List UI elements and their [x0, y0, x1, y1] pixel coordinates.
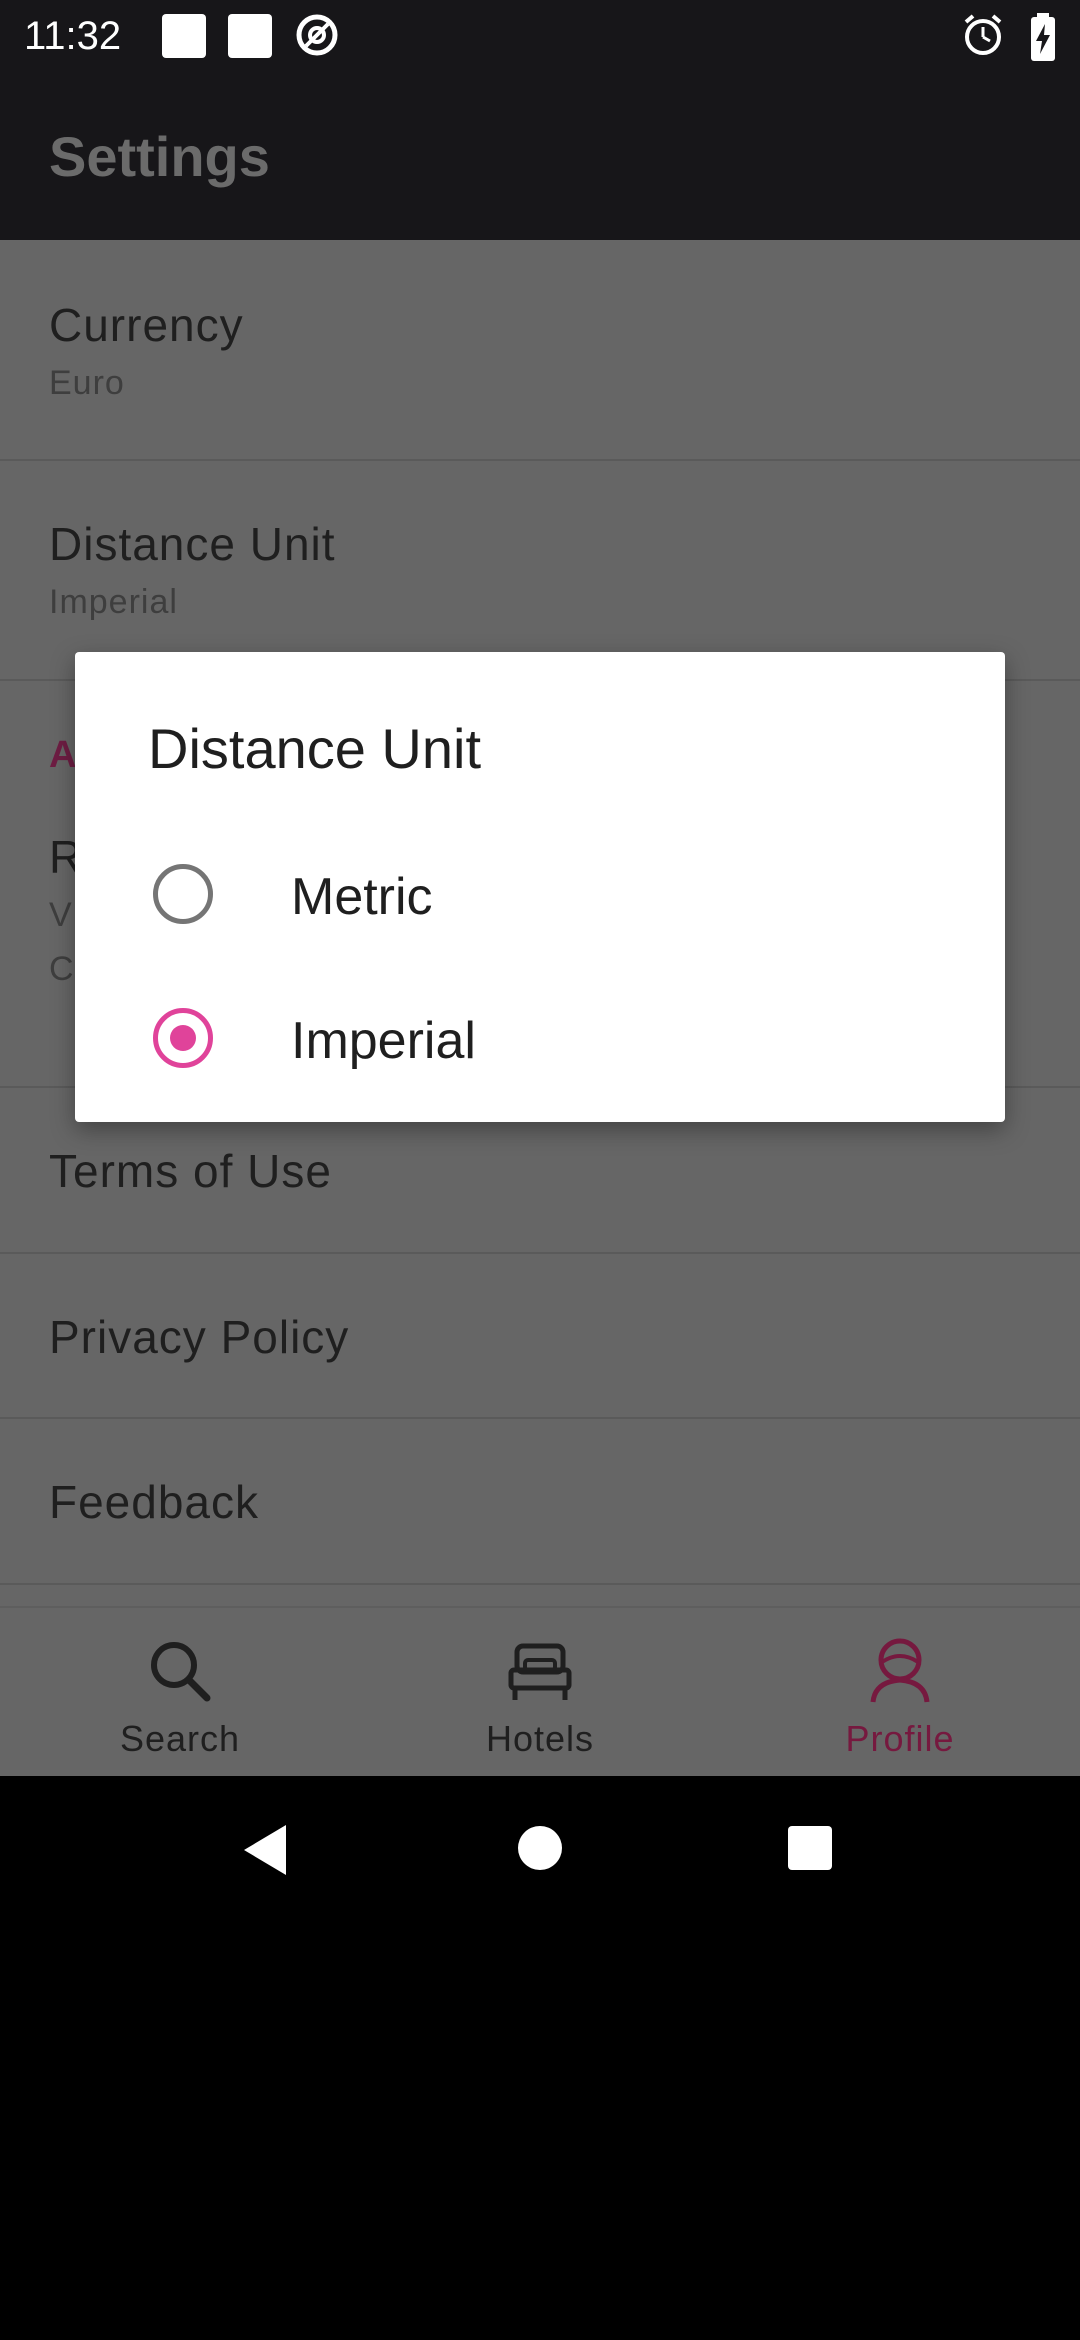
nav-label: Profile	[845, 1718, 955, 1759]
screen: 11:32 Settings Currency Euro Distance Un…	[0, 0, 1080, 2340]
setting-value: C	[49, 950, 75, 988]
distance-unit-dialog: Distance Unit Metric Imperial	[75, 652, 1005, 1122]
home-icon[interactable]	[516, 1824, 564, 1872]
setting-title: Distance Unit	[49, 518, 336, 570]
status-time: 11:32	[24, 14, 122, 58]
setting-title: Terms of Use	[49, 1145, 332, 1197]
setting-title: Privacy Policy	[49, 1311, 350, 1363]
setting-distance-unit[interactable]: Distance Unit Imperial	[0, 461, 1080, 681]
nav-item-profile[interactable]: Profile	[720, 1608, 1080, 1778]
bottom-navigation: Search Hotels Profile	[0, 1606, 1080, 1776]
section-header: A	[49, 734, 77, 776]
profile-icon	[870, 1638, 930, 1703]
radio-checked-icon[interactable]	[153, 1008, 213, 1068]
bed-icon	[508, 1643, 572, 1700]
option-metric[interactable]: Metric	[75, 824, 1005, 964]
notification-icon	[162, 14, 206, 58]
nav-item-hotels[interactable]: Hotels	[360, 1608, 720, 1778]
setting-value: V	[49, 896, 73, 934]
setting-privacy-policy[interactable]: Privacy Policy	[0, 1254, 1080, 1419]
search-icon	[151, 1642, 211, 1702]
page-title: Settings	[49, 125, 270, 188]
radio-unchecked-icon[interactable]	[153, 864, 213, 924]
at-sign-icon	[296, 14, 338, 56]
dialog-title: Distance Unit	[148, 717, 482, 780]
battery-charging-icon	[1031, 13, 1055, 61]
option-label: Imperial	[291, 1012, 476, 1070]
status-bar: 11:32	[0, 0, 1080, 72]
setting-title: Feedback	[49, 1476, 260, 1528]
radio-dot	[170, 1025, 196, 1051]
setting-title: Currency	[49, 299, 244, 351]
nav-label: Search	[119, 1718, 241, 1759]
notification-icon	[228, 14, 272, 58]
setting-value: Imperial	[49, 583, 178, 621]
setting-feedback[interactable]: Feedback	[0, 1419, 1080, 1585]
option-label: Metric	[291, 868, 433, 926]
system-navigation-bar	[0, 1776, 1080, 1922]
recents-icon[interactable]	[786, 1824, 834, 1872]
setting-value: Euro	[49, 364, 125, 402]
app-bar: Settings	[0, 72, 1080, 240]
alarm-icon	[964, 14, 1002, 55]
back-icon[interactable]	[240, 1822, 290, 1878]
setting-currency[interactable]: Currency Euro	[0, 240, 1080, 461]
option-imperial[interactable]: Imperial	[75, 968, 1005, 1108]
nav-label: Hotels	[485, 1718, 595, 1759]
nav-item-search[interactable]: Search	[0, 1608, 360, 1778]
